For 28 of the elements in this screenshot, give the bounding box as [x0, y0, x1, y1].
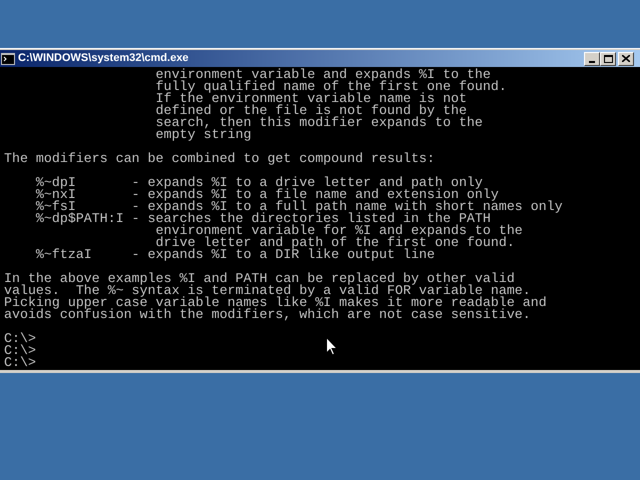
window-title: C:\WINDOWS\system32\cmd.exe: [18, 53, 189, 64]
console-line: fully qualified name of the first one found.: [154, 81, 507, 93]
console-line: drive letter and path of the first one found.: [156, 237, 515, 249]
console-line: defined or the file is not found by the: [154, 105, 467, 117]
close-button[interactable]: [618, 52, 634, 66]
console-line: The modifiers can be combined to get compound results:: [3, 153, 435, 165]
console-line: %~fsI - expands %I to a full path name with short names only: [34, 201, 563, 213]
console-line: C:\>: [3, 333, 36, 345]
console-line: environment variable for %I and expands to the: [154, 225, 523, 237]
maximize-button[interactable]: [600, 52, 616, 66]
console-line: search, then this modifier expands to the: [154, 117, 483, 129]
console-line: In the above examples %I and PATH can be replaced by other valid: [3, 273, 515, 285]
console-line: values. The %~ syntax is terminated by a valid FOR variable name.: [3, 285, 531, 297]
close-icon: [622, 55, 630, 62]
console-line: %~nxI - expands %I to a file name and extension only: [34, 189, 499, 201]
mouse-pointer-icon: [326, 337, 338, 356]
console-line: Picking upper case variable names like %I makes it more readable and: [3, 297, 547, 309]
console-line: environment variable and expands %I to the: [154, 69, 491, 81]
console-icon: [1, 52, 15, 64]
console-line: C:\>: [3, 357, 36, 369]
console-line: %~dp$PATH:I - searches the directories listed in the PATH: [34, 213, 491, 225]
minimize-button[interactable]: [584, 52, 600, 66]
console-line: avoids confusion with the modifiers, which are not case sensitive.: [3, 309, 531, 321]
console-line: %~ftzaI - expands %I to a DIR like output line: [34, 249, 435, 261]
console-line: %~dpI - expands %I to a drive letter and path only: [34, 177, 483, 189]
console-line: empty string: [154, 129, 252, 141]
console-line: C:\>: [3, 345, 36, 357]
console-line: If the environment variable name is not: [154, 93, 467, 105]
